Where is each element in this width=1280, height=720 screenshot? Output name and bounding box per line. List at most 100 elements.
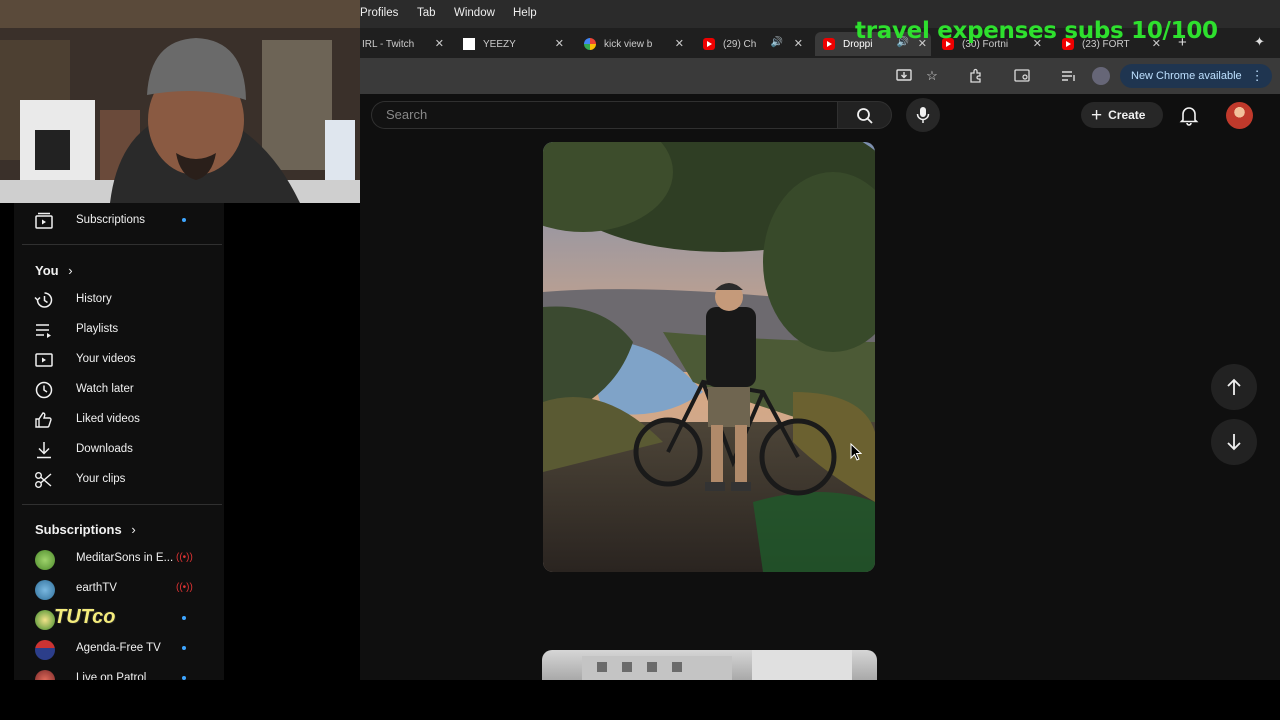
subscription-channel[interactable]: MeditarSons in E... ((•)) xyxy=(14,544,224,572)
menu-profiles[interactable]: Profiles xyxy=(360,7,398,19)
webcam-feed xyxy=(0,0,360,203)
channel-name: Live on Patrol xyxy=(76,672,147,680)
install-app-icon[interactable] xyxy=(895,67,913,85)
close-icon[interactable]: ✕ xyxy=(675,37,684,50)
live-broadcast-icon: ((•)) xyxy=(176,552,193,563)
previous-short-button[interactable] xyxy=(1211,364,1257,410)
thumbs-up-icon xyxy=(35,412,52,428)
tab-title: kick view b xyxy=(604,38,653,50)
sidebar-item-subscriptions[interactable]: Subscriptions xyxy=(14,206,224,234)
close-icon[interactable]: ✕ xyxy=(794,37,803,50)
sidebar-item-label: Your videos xyxy=(76,353,136,365)
profile-avatar-icon[interactable] xyxy=(1092,67,1110,85)
youtube-icon xyxy=(823,38,835,50)
channel-name: TUTco xyxy=(54,606,116,628)
sidebar-item-label: History xyxy=(76,293,112,305)
channel-name: MeditarSons in E... xyxy=(76,552,174,564)
subscriptions-icon xyxy=(35,212,53,229)
channel-name: Agenda-Free TV xyxy=(76,642,161,654)
short-video-player[interactable] xyxy=(543,142,875,572)
tab-title: (29) Ch xyxy=(723,38,757,50)
account-avatar[interactable] xyxy=(1226,102,1253,129)
channel-name: earthTV xyxy=(76,582,117,594)
subscription-channel[interactable]: Agenda-Free TV xyxy=(14,634,224,662)
new-content-dot xyxy=(182,676,186,680)
new-content-dot xyxy=(182,616,186,620)
create-button[interactable]: + Create xyxy=(1081,102,1163,128)
more-vert-icon[interactable]: ⋮ xyxy=(1251,68,1264,84)
close-icon[interactable]: ✕ xyxy=(555,37,564,50)
sidebar-item-downloads[interactable]: Downloads xyxy=(14,435,224,463)
next-short-button[interactable] xyxy=(1211,419,1257,465)
chevron-right-icon: › xyxy=(131,522,136,537)
channel-avatar xyxy=(35,550,55,570)
search-input[interactable]: Search xyxy=(371,101,837,129)
youtube-icon xyxy=(703,38,715,50)
extensions-icon[interactable] xyxy=(967,67,985,85)
menu-window[interactable]: Window xyxy=(454,7,495,19)
sidebar-item-history[interactable]: History xyxy=(14,285,224,313)
section-subscriptions[interactable]: Subscriptions › xyxy=(35,522,136,537)
search-button[interactable] xyxy=(837,101,892,129)
sidebar-item-your-clips[interactable]: Your clips xyxy=(14,465,224,493)
menu-tab[interactable]: Tab xyxy=(417,7,436,19)
microphone-icon xyxy=(916,107,930,123)
sidebar-item-label: Playlists xyxy=(76,323,119,335)
voice-search-button[interactable] xyxy=(906,98,940,132)
sidebar-item-label: Your clips xyxy=(76,473,126,485)
notifications-bell-icon[interactable] xyxy=(1178,104,1200,126)
tab-google[interactable]: kick view b ✕ xyxy=(584,32,684,56)
media-control-icon[interactable] xyxy=(1060,67,1078,85)
search-icon xyxy=(857,108,873,124)
subscription-channel[interactable]: earthTV ((•)) xyxy=(14,574,224,602)
tab-yeezy[interactable]: YEEZY ✕ xyxy=(463,32,564,56)
sidebar-item-your-videos[interactable]: Your videos xyxy=(14,345,224,373)
google-icon xyxy=(584,38,596,50)
sidebar-item-label: Downloads xyxy=(76,443,133,455)
arrow-down-icon xyxy=(1227,434,1241,451)
live-broadcast-icon: ((•)) xyxy=(176,582,193,593)
create-label: Create xyxy=(1108,108,1146,122)
tab-title: IRL - Twitch xyxy=(362,38,415,50)
scissors-icon xyxy=(35,472,52,488)
new-content-dot xyxy=(182,646,186,650)
section-subscriptions-label: Subscriptions xyxy=(35,522,122,537)
new-chrome-label: New Chrome available xyxy=(1131,70,1242,82)
close-icon[interactable]: ✕ xyxy=(435,37,444,50)
channel-avatar xyxy=(35,670,55,680)
history-icon xyxy=(34,292,53,308)
download-icon xyxy=(37,442,51,459)
sidebar-item-label: Subscriptions xyxy=(76,214,146,226)
blank-page-icon xyxy=(463,38,475,50)
arrow-up-icon xyxy=(1227,378,1241,395)
divider xyxy=(22,504,222,505)
channel-avatar xyxy=(35,610,55,630)
speaker-icon[interactable]: 🔊 xyxy=(771,37,783,48)
new-chrome-available-button[interactable]: New Chrome available ⋮ xyxy=(1120,64,1272,88)
sidebar-item-playlists[interactable]: Playlists xyxy=(14,315,224,343)
chevron-right-icon: › xyxy=(68,263,73,278)
tab-twitch[interactable]: IRL - Twitch ✕ xyxy=(362,32,444,56)
next-short-preview[interactable] xyxy=(542,650,877,680)
tab-youtube-29[interactable]: (29) Ch 🔊 ✕ xyxy=(703,32,803,56)
stream-overlay-goal: travel expenses subs 10/100 xyxy=(855,18,1218,44)
next-short-frame xyxy=(582,650,852,680)
sidebar-item-watch-later[interactable]: Watch later xyxy=(14,375,224,403)
divider xyxy=(22,244,222,245)
gemini-icon[interactable]: ✦ xyxy=(1254,34,1265,50)
section-you[interactable]: You › xyxy=(35,263,73,278)
menu-help[interactable]: Help xyxy=(513,7,537,19)
sidebar-item-label: Liked videos xyxy=(76,413,140,425)
subscription-channel[interactable]: TUTco xyxy=(14,604,224,632)
mouse-cursor-icon xyxy=(850,443,862,461)
webcam-overlay xyxy=(0,0,360,203)
channel-avatar xyxy=(35,580,55,600)
short-video-frame xyxy=(543,142,875,572)
subscription-channel[interactable]: Live on Patrol xyxy=(14,664,224,680)
tab-title: YEEZY xyxy=(483,38,516,50)
cast-icon[interactable] xyxy=(1013,67,1031,85)
guide-sidebar: Subscriptions You › History Playlists Yo… xyxy=(14,203,224,680)
bookmark-star-icon[interactable]: ☆ xyxy=(923,67,941,85)
sidebar-item-liked-videos[interactable]: Liked videos xyxy=(14,405,224,433)
new-content-dot xyxy=(182,218,186,222)
